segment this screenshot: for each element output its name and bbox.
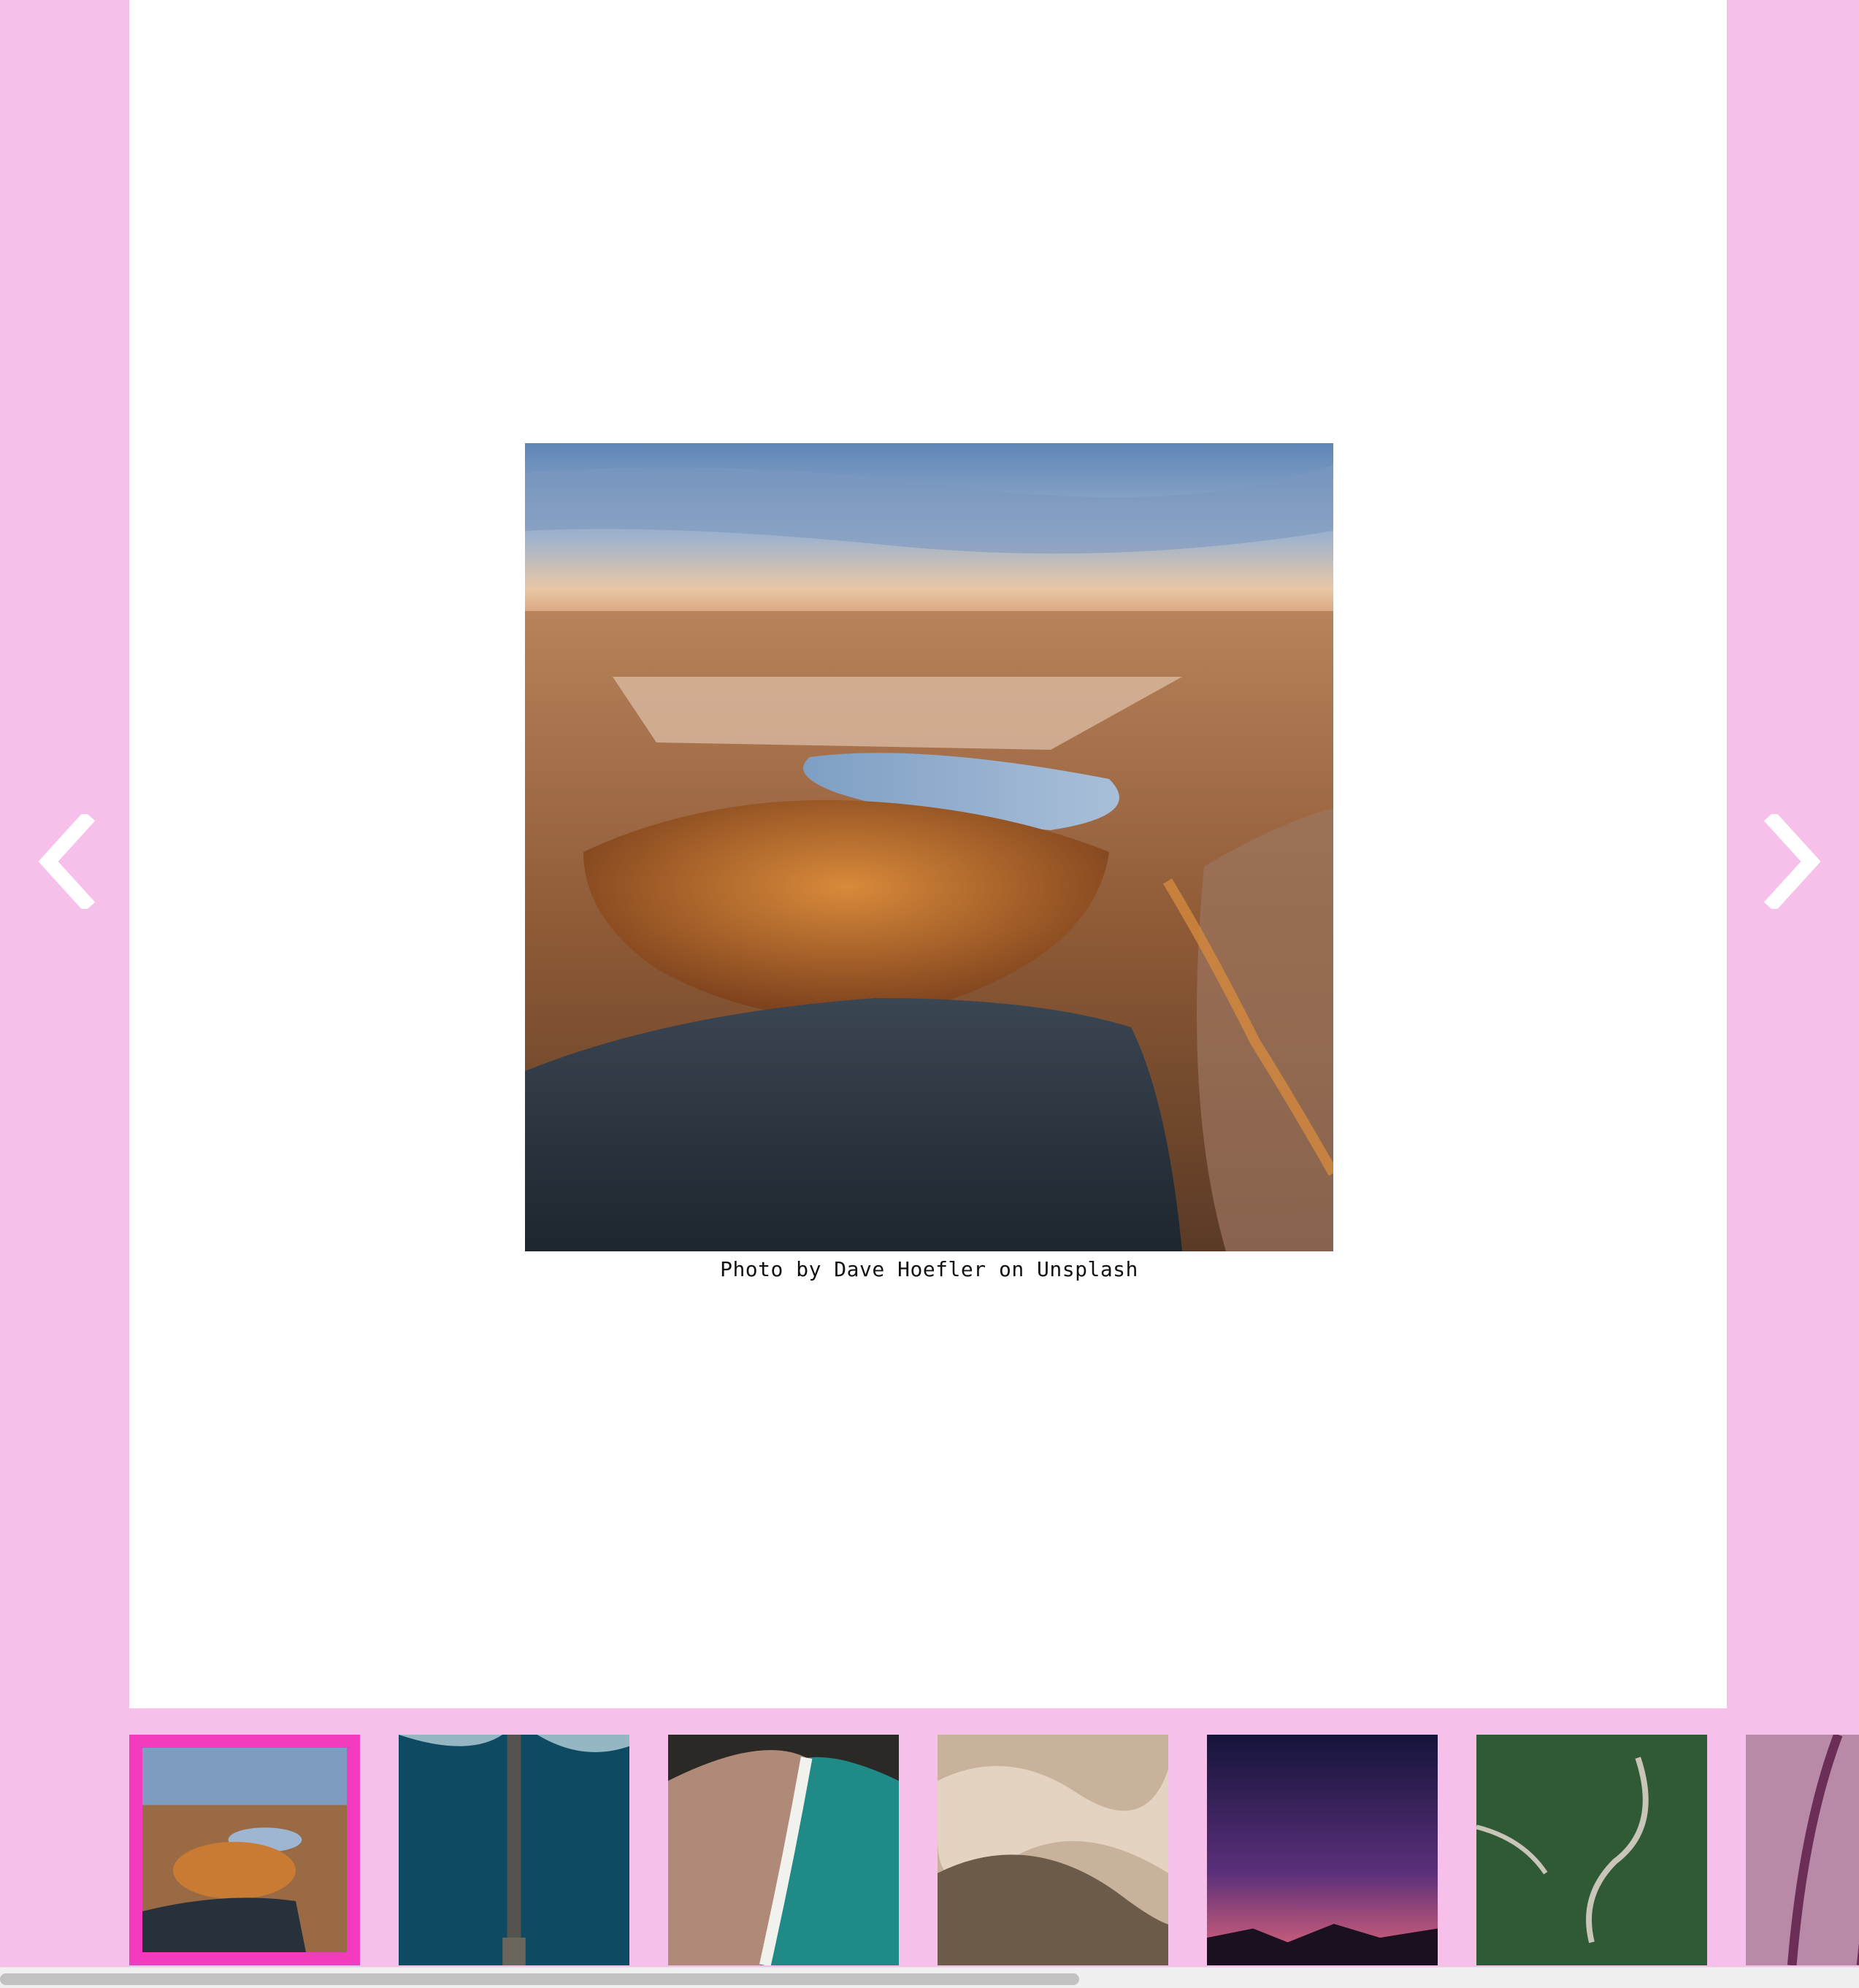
scrollbar-thumb[interactable] (0, 1973, 1079, 1985)
next-button[interactable] (1752, 810, 1833, 913)
previous-button[interactable] (26, 810, 107, 913)
thumbnail-5[interactable] (1207, 1735, 1438, 1965)
horizontal-scrollbar[interactable] (0, 1967, 1859, 1988)
photo-caption: Photo by Dave Hoefler on Unsplash (720, 1257, 1138, 1281)
thumbnail-4[interactable] (938, 1735, 1168, 1965)
chevron-right-icon (1763, 814, 1821, 909)
featured-photo (525, 443, 1333, 1251)
chevron-left-icon (38, 814, 96, 909)
thumbnail-7[interactable] (1746, 1735, 1859, 1965)
featured-photo-figure: Photo by Dave Hoefler on Unsplash (525, 443, 1333, 1281)
thumbnail-3[interactable] (668, 1735, 899, 1965)
thumbnail-strip[interactable] (129, 1735, 1859, 1965)
thumbnail-6[interactable] (1476, 1735, 1707, 1965)
thumbnail-2[interactable] (399, 1735, 629, 1965)
thumbnail-1[interactable] (129, 1735, 360, 1965)
